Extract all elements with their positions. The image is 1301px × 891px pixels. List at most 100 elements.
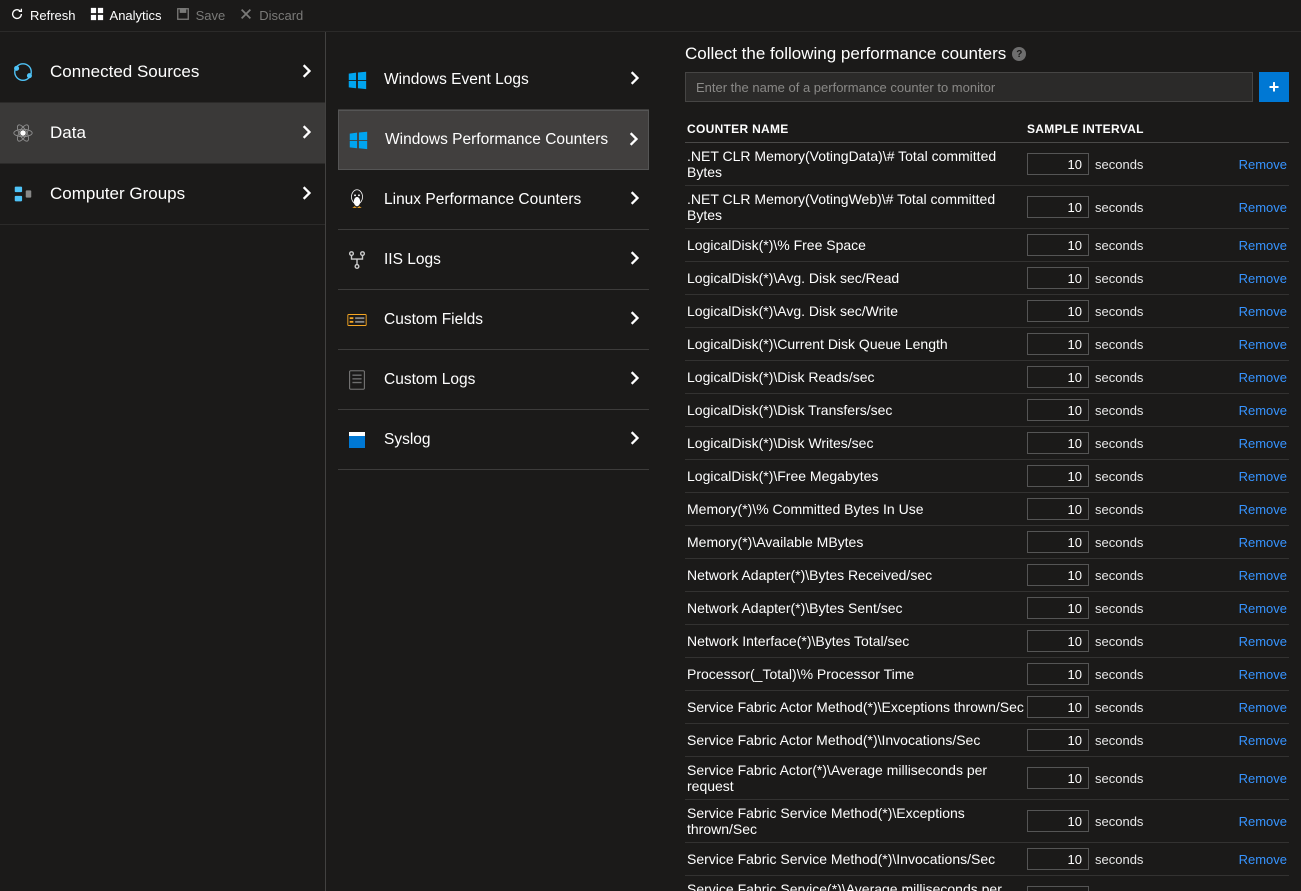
remove-link[interactable]: Remove: [1239, 667, 1287, 682]
discard-icon: [239, 7, 253, 24]
counter-interval: seconds: [1027, 153, 1197, 175]
interval-input[interactable]: [1027, 234, 1089, 256]
interval-input[interactable]: [1027, 564, 1089, 586]
interval-input[interactable]: [1027, 333, 1089, 355]
nav-icon: [10, 122, 36, 144]
interval-input[interactable]: [1027, 767, 1089, 789]
plus-icon: +: [1269, 77, 1280, 98]
refresh-button[interactable]: Refresh: [10, 7, 76, 24]
counter-row: Network Interface(*)\Bytes Total/sec sec…: [685, 625, 1289, 658]
interval-input[interactable]: [1027, 729, 1089, 751]
save-label: Save: [196, 8, 226, 23]
interval-unit: seconds: [1095, 469, 1143, 484]
remove-link[interactable]: Remove: [1239, 568, 1287, 583]
interval-input[interactable]: [1027, 267, 1089, 289]
remove-link[interactable]: Remove: [1239, 502, 1287, 517]
remove-link[interactable]: Remove: [1239, 271, 1287, 286]
interval-input[interactable]: [1027, 630, 1089, 652]
counter-name: Service Fabric Service Method(*)\Invocat…: [687, 851, 1027, 867]
nav-item-data[interactable]: Data: [0, 103, 325, 164]
remove-link[interactable]: Remove: [1239, 436, 1287, 451]
remove-link[interactable]: Remove: [1239, 700, 1287, 715]
counter-row: LogicalDisk(*)\Disk Reads/sec seconds Re…: [685, 361, 1289, 394]
subnav-item-linux-performance-counters[interactable]: Linux Performance Counters: [338, 170, 649, 230]
remove-link[interactable]: Remove: [1239, 634, 1287, 649]
remove-link[interactable]: Remove: [1239, 403, 1287, 418]
nav-item-connected-sources[interactable]: Connected Sources: [0, 42, 325, 103]
chevron-right-icon: [629, 251, 639, 268]
counter-row: Processor(_Total)\% Processor Time secon…: [685, 658, 1289, 691]
analytics-button[interactable]: Analytics: [90, 7, 162, 24]
interval-unit: seconds: [1095, 535, 1143, 550]
chevron-right-icon: [301, 64, 311, 81]
interval-input[interactable]: [1027, 432, 1089, 454]
header-sample-interval: SAMPLE INTERVAL: [1027, 122, 1197, 136]
interval-input[interactable]: [1027, 663, 1089, 685]
remove-link[interactable]: Remove: [1239, 601, 1287, 616]
subnav-item-custom-logs[interactable]: Custom Logs: [338, 350, 649, 410]
subnav-item-windows-performance-counters[interactable]: Windows Performance Counters: [338, 110, 649, 170]
remove-link[interactable]: Remove: [1239, 469, 1287, 484]
counter-name: LogicalDisk(*)\Disk Reads/sec: [687, 369, 1027, 385]
interval-input[interactable]: [1027, 300, 1089, 322]
interval-input[interactable]: [1027, 848, 1089, 870]
counter-interval: seconds: [1027, 465, 1197, 487]
interval-unit: seconds: [1095, 852, 1143, 867]
counter-interval: seconds: [1027, 696, 1197, 718]
help-icon[interactable]: ?: [1012, 47, 1026, 61]
interval-input[interactable]: [1027, 465, 1089, 487]
interval-input[interactable]: [1027, 531, 1089, 553]
add-counter-button[interactable]: +: [1259, 72, 1289, 102]
interval-input[interactable]: [1027, 810, 1089, 832]
nav-label: Connected Sources: [50, 62, 287, 82]
save-button[interactable]: Save: [176, 7, 226, 24]
remove-link[interactable]: Remove: [1239, 337, 1287, 352]
interval-input[interactable]: [1027, 366, 1089, 388]
remove-link[interactable]: Remove: [1239, 370, 1287, 385]
counter-row: Service Fabric Service(*)\Average millis…: [685, 876, 1289, 891]
counter-name: Memory(*)\% Committed Bytes In Use: [687, 501, 1027, 517]
interval-input[interactable]: [1027, 153, 1089, 175]
interval-input[interactable]: [1027, 399, 1089, 421]
interval-unit: seconds: [1095, 771, 1143, 786]
interval-input[interactable]: [1027, 498, 1089, 520]
remove-link[interactable]: Remove: [1239, 200, 1287, 215]
interval-input[interactable]: [1027, 196, 1089, 218]
remove-link[interactable]: Remove: [1239, 852, 1287, 867]
counter-interval: seconds: [1027, 564, 1197, 586]
counter-row: Service Fabric Actor Method(*)\Exception…: [685, 691, 1289, 724]
counter-name: Service Fabric Actor Method(*)\Invocatio…: [687, 732, 1027, 748]
counter-name: Processor(_Total)\% Processor Time: [687, 666, 1027, 682]
counter-interval: seconds: [1027, 729, 1197, 751]
counter-interval: seconds: [1027, 848, 1197, 870]
remove-link[interactable]: Remove: [1239, 535, 1287, 550]
logs-icon: [344, 369, 370, 391]
nav-icon: [10, 61, 36, 83]
nav-item-computer-groups[interactable]: Computer Groups: [0, 164, 325, 225]
interval-unit: seconds: [1095, 403, 1143, 418]
main-area: Connected Sources Data Computer Groups W…: [0, 32, 1301, 891]
interval-unit: seconds: [1095, 814, 1143, 829]
panel-title-text: Collect the following performance counte…: [685, 44, 1006, 64]
subnav-item-iis-logs[interactable]: IIS Logs: [338, 230, 649, 290]
remove-link[interactable]: Remove: [1239, 814, 1287, 829]
subnav-item-windows-event-logs[interactable]: Windows Event Logs: [338, 50, 649, 110]
subnav-item-custom-fields[interactable]: Custom Fields: [338, 290, 649, 350]
interval-input[interactable]: [1027, 696, 1089, 718]
subnav-item-syslog[interactable]: Syslog: [338, 410, 649, 470]
counter-interval: seconds: [1027, 498, 1197, 520]
remove-link[interactable]: Remove: [1239, 238, 1287, 253]
counter-name: Service Fabric Actor(*)\Average millisec…: [687, 762, 1027, 794]
remove-link[interactable]: Remove: [1239, 304, 1287, 319]
analytics-icon: [90, 7, 104, 24]
interval-unit: seconds: [1095, 502, 1143, 517]
discard-button[interactable]: Discard: [239, 7, 303, 24]
counter-name: .NET CLR Memory(VotingData)\# Total comm…: [687, 148, 1027, 180]
interval-input[interactable]: [1027, 886, 1089, 891]
remove-link[interactable]: Remove: [1239, 771, 1287, 786]
remove-link[interactable]: Remove: [1239, 733, 1287, 748]
interval-input[interactable]: [1027, 597, 1089, 619]
counter-name-input[interactable]: [685, 72, 1253, 102]
remove-link[interactable]: Remove: [1239, 157, 1287, 172]
interval-unit: seconds: [1095, 200, 1143, 215]
